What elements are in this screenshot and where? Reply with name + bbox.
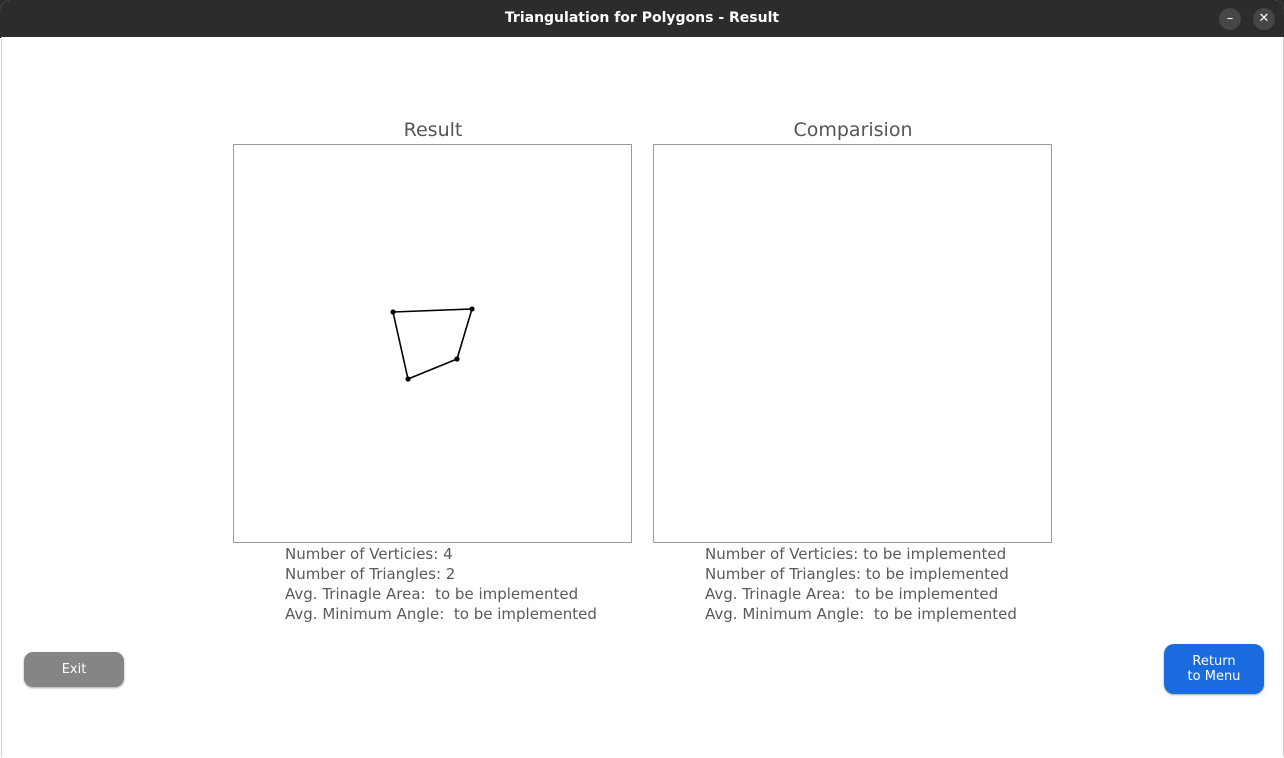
result-avg-min-angle: Avg. Minimum Angle: to be implemented: [285, 605, 597, 623]
polygon-outline: [392, 308, 474, 381]
comparison-avg-area: Avg. Trinagle Area: to be implemented: [705, 585, 999, 603]
main-content: Result Number of Verticies: 4 Number of …: [1, 37, 1284, 757]
result-panel-title: Result: [403, 119, 463, 141]
result-triangle-count: Number of Triangles: 2: [285, 565, 456, 583]
polygon-vertex-2: [469, 306, 475, 312]
exit-button[interactable]: Exit: [24, 652, 124, 687]
return-button-label-line1: Return: [1192, 654, 1236, 669]
title-bar[interactable]: Triangulation for Polygons - Result – ✕: [0, 0, 1284, 38]
result-vertex-count: Number of Verticies: 4: [285, 545, 453, 563]
comparison-canvas: [653, 144, 1052, 543]
comparison-triangle-count: Number of Triangles: to be implemented: [705, 565, 1009, 583]
minimize-icon[interactable]: –: [1219, 8, 1241, 30]
return-to-menu-button[interactable]: Return to Menu: [1164, 644, 1264, 694]
polygon-drawing: [390, 306, 475, 382]
result-canvas: [233, 144, 632, 543]
app-window: Triangulation for Polygons - Result – ✕ …: [0, 0, 1284, 758]
window-title: Triangulation for Polygons - Result: [504, 10, 780, 26]
comparison-panel-title: Comparision: [793, 119, 913, 141]
comparison-stats: Number of Verticies: to be implemented N…: [705, 544, 1017, 624]
comparison-avg-min-angle: Avg. Minimum Angle: to be implemented: [705, 605, 1017, 623]
result-avg-area: Avg. Trinagle Area: to be implemented: [285, 585, 579, 603]
close-icon[interactable]: ✕: [1253, 8, 1275, 30]
return-button-label-line2: to Menu: [1187, 669, 1241, 684]
polygon-vertex-4: [405, 376, 411, 382]
comparison-vertex-count: Number of Verticies: to be implemented: [705, 545, 1007, 563]
polygon-vertex-3: [454, 356, 460, 362]
result-stats: Number of Verticies: 4 Number of Triangl…: [285, 544, 597, 624]
polygon-vertex-1: [390, 309, 396, 315]
